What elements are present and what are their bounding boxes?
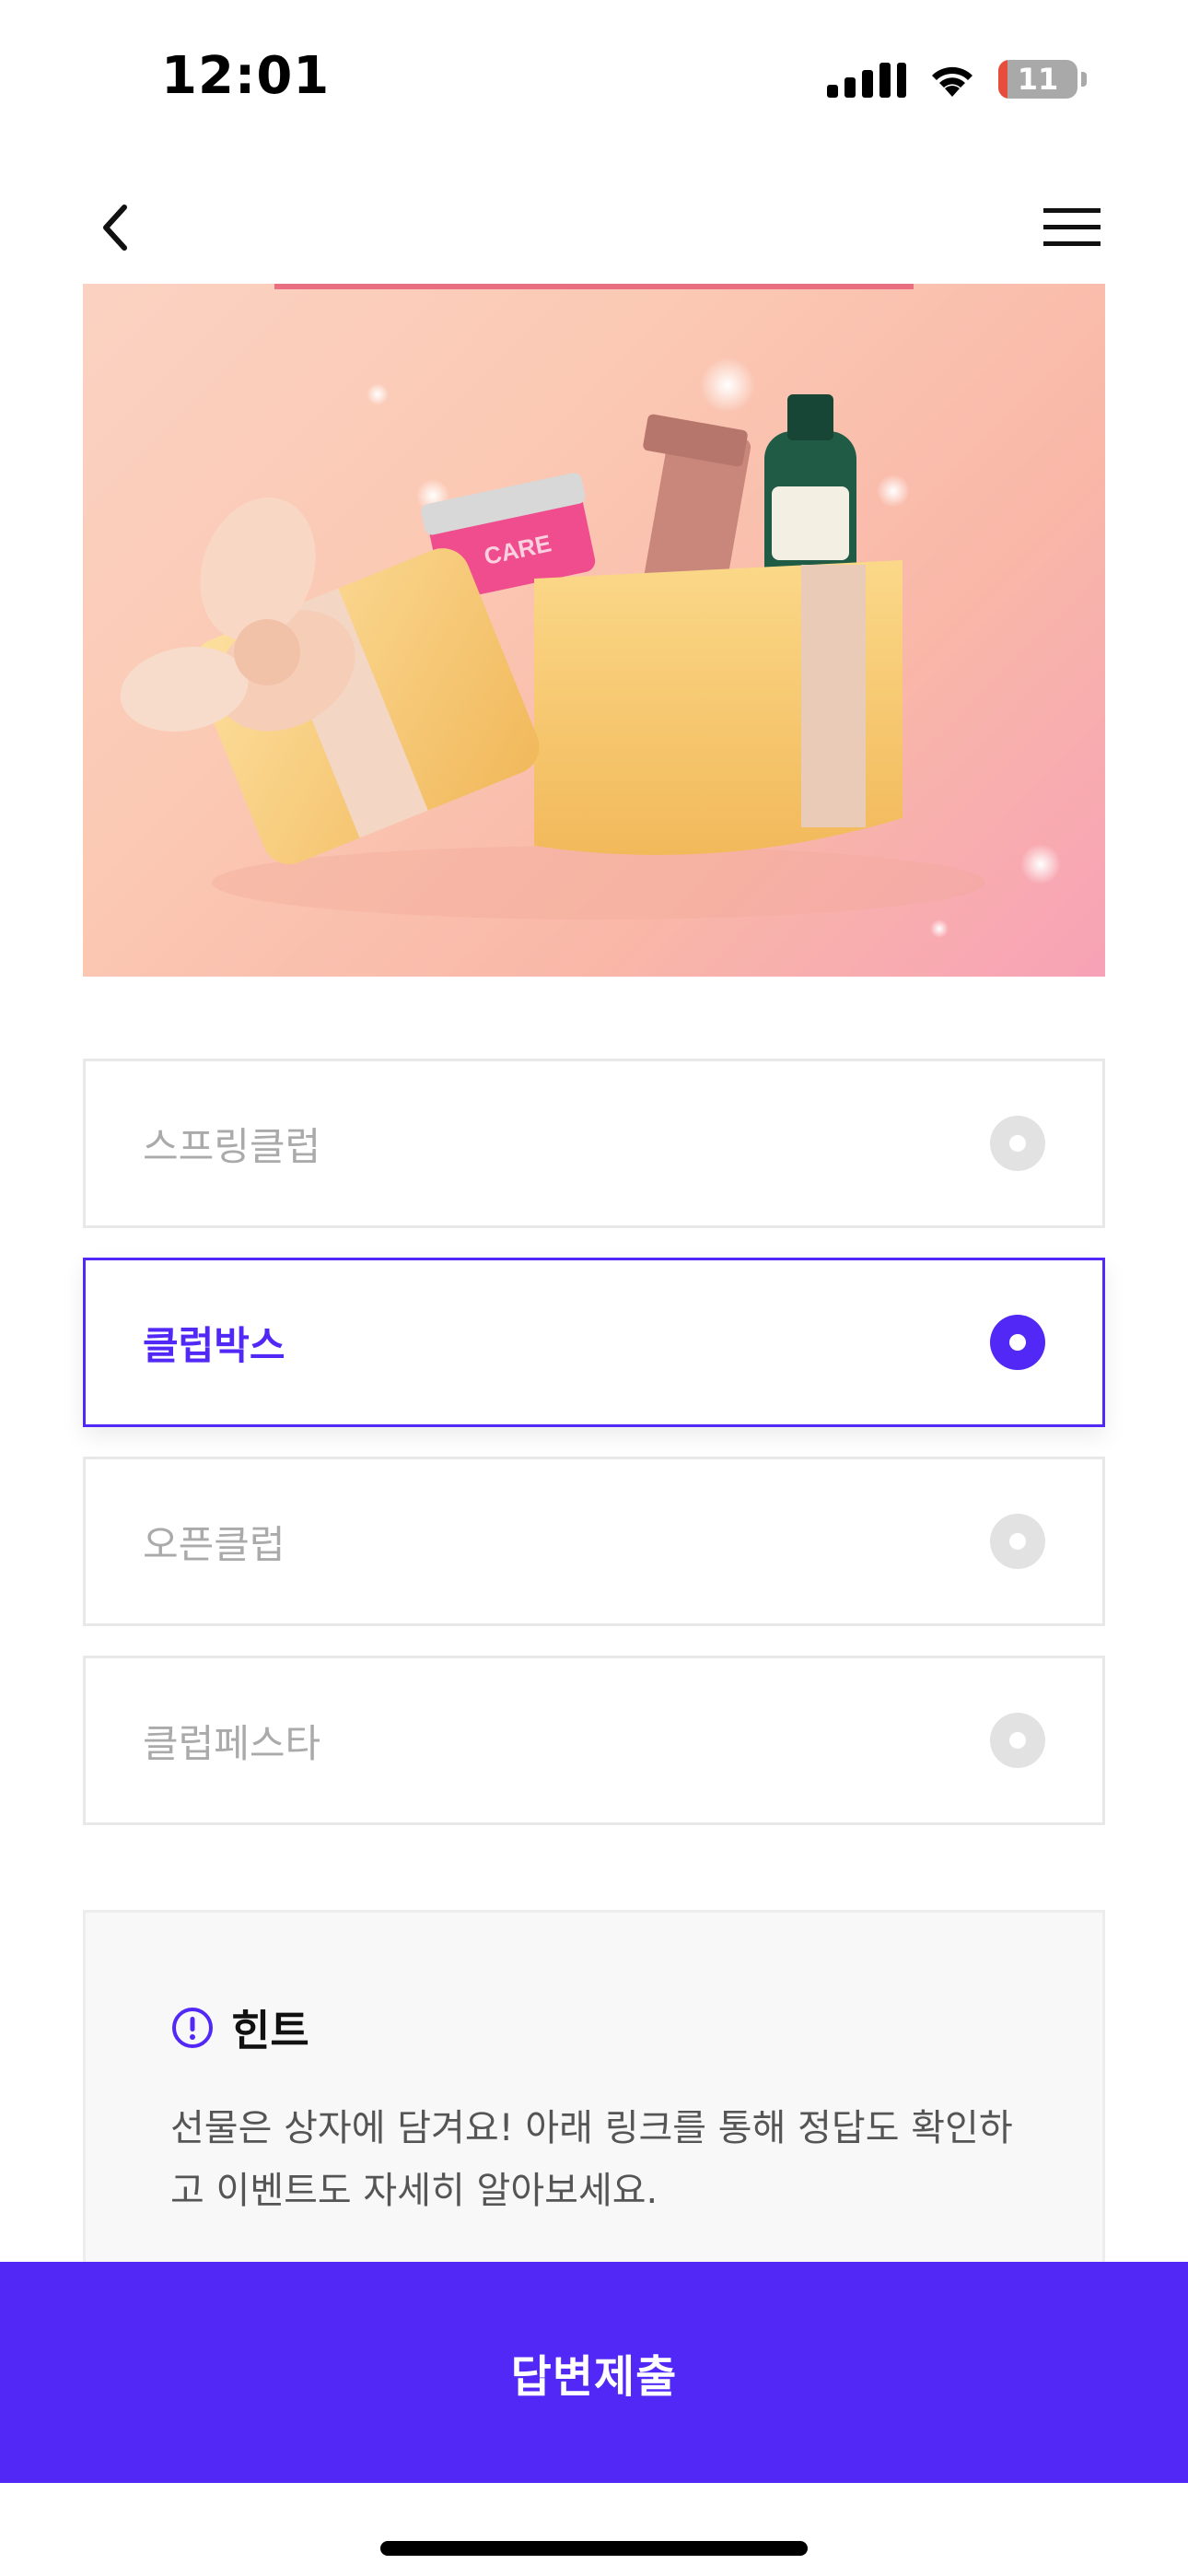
menu-button[interactable] — [1039, 195, 1105, 260]
option-label: 오픈클럽 — [143, 1521, 285, 1567]
option-label: 스프링클럽 — [143, 1123, 321, 1169]
status-icons: 11 — [827, 57, 1087, 101]
nav-bar — [0, 175, 1188, 276]
battery-level: 11 — [1017, 62, 1059, 97]
hero-image: CARE — [83, 284, 1105, 977]
page: 12:01 11 CARE 스프링클럽 클럽박스 오픈클럽 클럽페스타 힌트 선… — [0, 0, 1188, 2576]
signal-icon — [827, 61, 906, 98]
hint-text: 선물은 상자에 담겨요! 아래 링크를 통해 정답도 확인하고 이벤트도 자세히… — [170, 2107, 1013, 2212]
back-button[interactable] — [83, 195, 147, 260]
option-label: 클럽박스 — [143, 1322, 285, 1368]
option-item[interactable]: 오픈클럽 — [83, 1457, 1105, 1626]
battery-icon: 11 — [998, 60, 1077, 99]
radio-button[interactable] — [990, 1315, 1045, 1370]
radio-button[interactable] — [990, 1116, 1045, 1171]
exclamation-circle-icon — [172, 2008, 213, 2048]
chevron-left-icon — [103, 205, 127, 251]
option-item[interactable]: 클럽박스 — [83, 1258, 1105, 1427]
hint-title-text: 힌트 — [231, 2006, 309, 2055]
gift-box-illustration: CARE — [120, 357, 1061, 938]
radio-button[interactable] — [990, 1713, 1045, 1768]
hint-title: 힌트 — [170, 1997, 309, 2058]
radio-button[interactable] — [990, 1514, 1045, 1569]
option-item[interactable]: 스프링클럽 — [83, 1059, 1105, 1228]
home-indicator — [380, 2541, 808, 2556]
wifi-icon — [926, 60, 978, 99]
hamburger-menu-icon — [1043, 208, 1101, 246]
status-bar: 12:01 11 — [0, 0, 1188, 157]
option-label: 클럽페스타 — [143, 1720, 321, 1766]
submit-button[interactable]: 답변제출 — [0, 2262, 1188, 2483]
option-item[interactable]: 클럽페스타 — [83, 1656, 1105, 1825]
battery-cap — [1081, 72, 1087, 87]
status-time: 12:01 — [161, 46, 331, 106]
